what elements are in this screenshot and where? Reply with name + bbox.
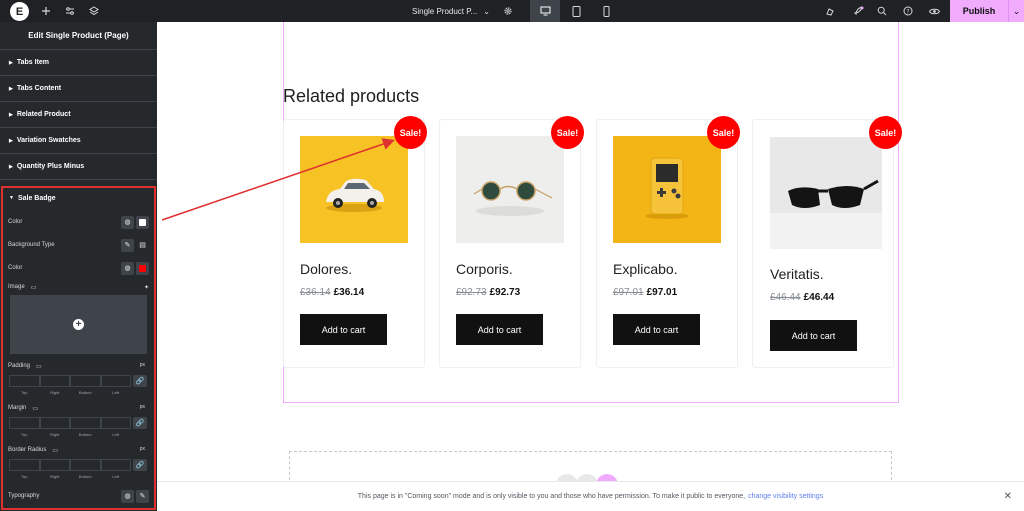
notice-text: This page is in "Coming soon" mode and i…: [357, 493, 746, 500]
coming-soon-notice: This page is in "Coming soon" mode and i…: [157, 481, 1024, 511]
annotation-arrow: [161, 138, 395, 221]
visibility-settings-link[interactable]: change visibility settings: [748, 493, 823, 500]
close-icon[interactable]: ✕: [1004, 491, 1012, 502]
